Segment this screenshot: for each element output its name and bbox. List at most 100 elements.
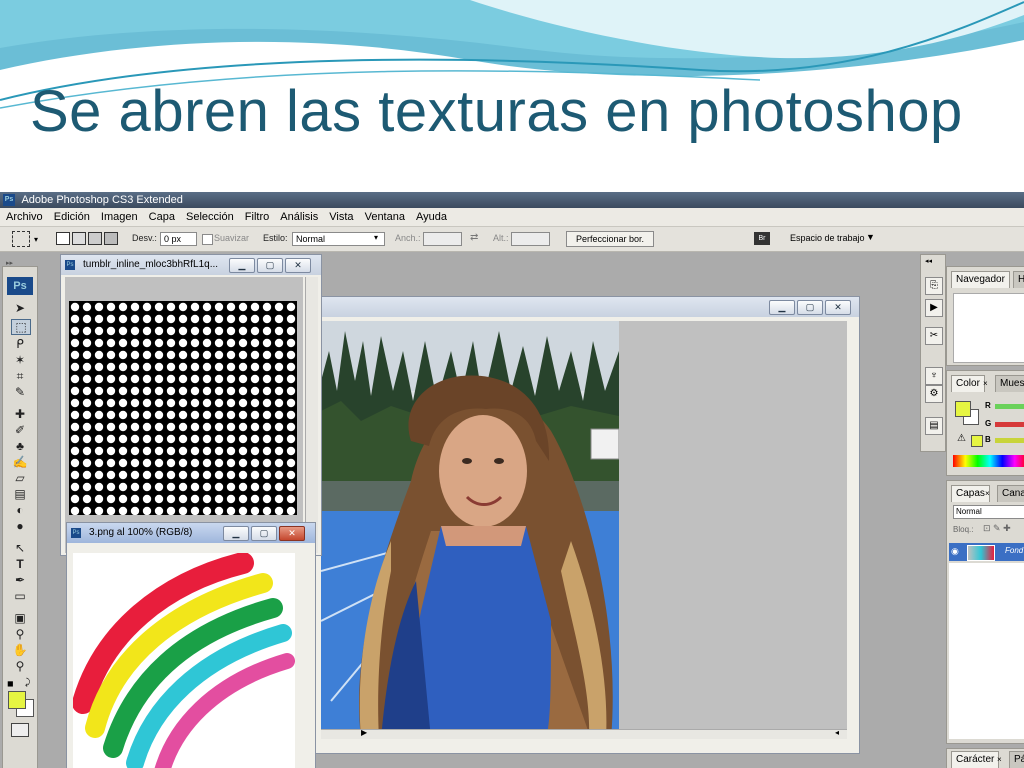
healing-icon[interactable]: ✚ bbox=[11, 407, 29, 421]
photo-hscrollbar[interactable] bbox=[321, 729, 847, 739]
scroll-right-icon[interactable]: ◂ bbox=[835, 728, 839, 737]
zoom-icon[interactable]: ⚲ bbox=[11, 659, 29, 673]
width-input[interactable] bbox=[423, 232, 462, 246]
texture-canvas[interactable] bbox=[69, 301, 297, 515]
dock-clone-source-icon[interactable]: ⚙ bbox=[925, 385, 943, 403]
menu-edicion[interactable]: Edición bbox=[54, 211, 90, 223]
workspace-label[interactable]: Espacio de trabajo bbox=[790, 233, 865, 243]
menu-capa[interactable]: Capa bbox=[149, 211, 175, 223]
bridge-icon[interactable]: Br bbox=[754, 232, 770, 245]
dock-brushes-icon[interactable]: ♆ bbox=[925, 367, 943, 385]
hand-icon[interactable]: ✋ bbox=[11, 643, 29, 657]
texture-vscrollbar[interactable] bbox=[305, 277, 318, 553]
swap-colors-icon[interactable]: ⤸ bbox=[25, 677, 30, 688]
tools-collapse-icon[interactable]: ▸▸ bbox=[6, 259, 13, 267]
tab-color[interactable]: Color bbox=[951, 375, 985, 392]
type-icon[interactable]: T bbox=[11, 557, 29, 571]
rainbow-minimize-button[interactable]: ▁ bbox=[223, 526, 249, 541]
eyedropper-icon[interactable]: ⚲ bbox=[11, 627, 29, 641]
dock-collapse-icon[interactable]: ◂◂ bbox=[925, 257, 932, 265]
dock-tools-icon[interactable]: ✂ bbox=[925, 327, 943, 345]
color-b-slider[interactable] bbox=[995, 438, 1024, 443]
tab-paragraph[interactable]: Pá bbox=[1009, 751, 1024, 768]
quick-mask-icon[interactable] bbox=[11, 723, 29, 737]
dock-actions-icon[interactable]: ▶ bbox=[925, 299, 943, 317]
dodge-icon[interactable]: ● bbox=[11, 519, 29, 533]
texture-window-titlebar[interactable]: Ps tumblr_inline_mloc3bhRfL1q... ▁ ▢ ✕ bbox=[61, 255, 321, 275]
default-colors-icon[interactable]: ◼ bbox=[7, 679, 14, 688]
style-select[interactable]: Normal bbox=[292, 232, 385, 246]
path-selection-icon[interactable]: ↖ bbox=[11, 541, 29, 555]
rainbow-document-window[interactable]: Ps 3.png al 100% (RGB/8) ▁ ▢ ✕ bbox=[66, 522, 316, 768]
menu-analisis[interactable]: Análisis bbox=[280, 211, 318, 223]
menu-vista[interactable]: Vista bbox=[329, 211, 353, 223]
menu-seleccion[interactable]: Selección bbox=[186, 211, 234, 223]
height-input[interactable] bbox=[511, 232, 550, 246]
menu-archivo[interactable]: Archivo bbox=[6, 211, 43, 223]
menu-ventana[interactable]: Ventana bbox=[365, 211, 405, 223]
pen-icon[interactable]: ✒ bbox=[11, 573, 29, 587]
rainbow-maximize-button[interactable]: ▢ bbox=[251, 526, 277, 541]
preset-dropdown-icon[interactable]: ▾ bbox=[34, 235, 38, 244]
rainbow-window-titlebar[interactable]: Ps 3.png al 100% (RGB/8) ▁ ▢ ✕ bbox=[67, 523, 315, 543]
dock-info-icon[interactable]: ▤ bbox=[925, 417, 943, 435]
menu-ayuda[interactable]: Ayuda bbox=[416, 211, 447, 223]
texture-document-window[interactable]: Ps tumblr_inline_mloc3bhRfL1q... ▁ ▢ ✕ bbox=[60, 254, 322, 556]
intersect-selection-icon[interactable] bbox=[104, 232, 118, 245]
menu-filtro[interactable]: Filtro bbox=[245, 211, 269, 223]
texture-maximize-button[interactable]: ▢ bbox=[257, 258, 283, 273]
rainbow-close-button[interactable]: ✕ bbox=[279, 526, 305, 541]
layer-row[interactable]: ◉ Fond bbox=[949, 543, 1024, 561]
photo-canvas[interactable] bbox=[321, 321, 619, 739]
gamut-swatch[interactable] bbox=[971, 435, 983, 447]
tab-histogram[interactable]: H bbox=[1013, 271, 1024, 288]
tab-character-close-icon[interactable]: × bbox=[997, 755, 1002, 764]
blur-icon[interactable]: ◐ bbox=[11, 503, 29, 517]
tab-swatches[interactable]: Mues bbox=[995, 375, 1024, 392]
tab-channels[interactable]: Cana bbox=[997, 485, 1024, 502]
slice-icon[interactable]: ✎ bbox=[11, 385, 29, 399]
workspace-dropdown-icon[interactable]: ▼ bbox=[866, 232, 875, 242]
color-fg-swatch[interactable] bbox=[955, 401, 971, 417]
shape-icon[interactable]: ▭ bbox=[11, 589, 29, 603]
tab-navigator[interactable]: Navegador bbox=[951, 271, 1010, 288]
tab-color-close-icon[interactable]: × bbox=[983, 379, 988, 388]
lock-icon[interactable]: ⊡ ✎ ✚ bbox=[983, 523, 1011, 534]
color-r-slider[interactable] bbox=[995, 404, 1024, 409]
gradient-icon[interactable]: ▤ bbox=[11, 487, 29, 501]
foreground-color-swatch[interactable] bbox=[8, 691, 26, 709]
tab-character[interactable]: Carácter bbox=[951, 751, 1000, 768]
notes-icon[interactable]: ▣ bbox=[11, 611, 29, 625]
subtract-selection-icon[interactable] bbox=[88, 232, 102, 245]
tab-layers-close-icon[interactable]: × bbox=[985, 489, 990, 498]
brush-icon[interactable]: ✐ bbox=[11, 423, 29, 437]
dock-history-icon[interactable]: ⎘ bbox=[925, 277, 943, 295]
clone-stamp-icon[interactable]: ♣ bbox=[11, 439, 29, 453]
menu-imagen[interactable]: Imagen bbox=[101, 211, 138, 223]
style-dropdown-icon[interactable]: ▾ bbox=[374, 233, 378, 242]
eraser-icon[interactable]: ▱ bbox=[11, 471, 29, 485]
add-selection-icon[interactable] bbox=[72, 232, 86, 245]
marquee-tool-preset-icon[interactable] bbox=[12, 231, 30, 247]
lasso-icon[interactable]: ᑭ bbox=[11, 337, 29, 351]
photo-maximize-button[interactable]: ▢ bbox=[797, 300, 823, 315]
swap-dimensions-icon[interactable]: ⇄ bbox=[470, 232, 478, 243]
color-spectrum-bar[interactable] bbox=[953, 455, 1024, 467]
photo-close-button[interactable]: ✕ bbox=[825, 300, 851, 315]
photo-minimize-button[interactable]: ▁ bbox=[769, 300, 795, 315]
photo-document-window[interactable]: ▁ ▢ ✕ ▶ ◂ bbox=[310, 296, 860, 754]
marquee-icon[interactable]: ⬚ bbox=[11, 319, 31, 335]
history-brush-icon[interactable]: ✍ bbox=[11, 455, 29, 469]
antialias-checkbox[interactable] bbox=[202, 234, 213, 245]
photo-window-titlebar[interactable]: ▁ ▢ ✕ bbox=[311, 297, 859, 317]
photo-canvas-area[interactable]: ▶ ◂ bbox=[321, 321, 847, 739]
new-selection-icon[interactable] bbox=[56, 232, 70, 245]
color-g-slider[interactable] bbox=[995, 422, 1024, 427]
feather-input[interactable]: 0 px bbox=[160, 232, 197, 246]
rainbow-canvas[interactable] bbox=[73, 553, 295, 768]
magic-wand-icon[interactable]: ✶ bbox=[11, 353, 29, 367]
refine-edge-button[interactable]: Perfeccionar bor. bbox=[566, 231, 654, 247]
layer-visibility-icon[interactable]: ◉ bbox=[951, 546, 959, 557]
blend-mode-select[interactable]: Normal bbox=[953, 505, 1024, 519]
texture-close-button[interactable]: ✕ bbox=[285, 258, 311, 273]
